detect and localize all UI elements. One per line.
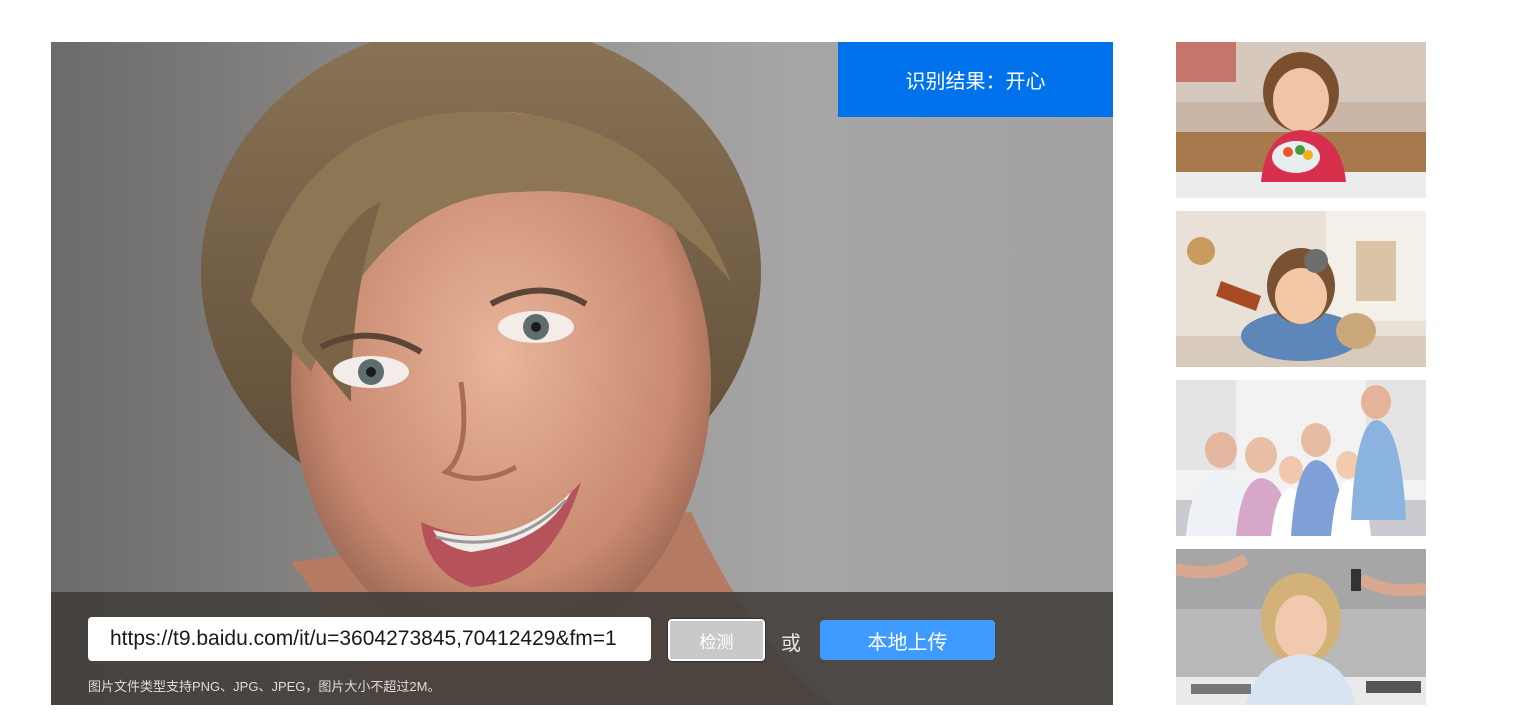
preview-image: 识别结果：开心 检测 或 本地上传 图片文件类型支持PNG、JPG、JPEG，图… [51,42,1113,705]
sample-thumb-girl-eating[interactable] [1176,42,1426,198]
sample-thumb-family[interactable] [1176,380,1426,536]
girl-eating-fruit-image [1176,42,1426,198]
sample-thumb-stressed-woman[interactable] [1176,549,1426,705]
detect-button[interactable]: 检测 [668,619,765,661]
result-badge: 识别结果：开心 [838,42,1113,117]
boy-aviator-image [1176,211,1426,367]
upload-control-bar: 检测 或 本地上传 图片文件类型支持PNG、JPG、JPEG，图片大小不超过2M… [51,592,1113,705]
image-url-input[interactable] [88,617,651,661]
result-label: 识别结果：开心 [905,71,1046,93]
or-separator: 或 [781,633,801,655]
stressed-woman-image [1176,549,1426,705]
sample-thumb-boy-aviator[interactable] [1176,211,1426,367]
family-photo-image [1176,380,1426,536]
upload-hint: 图片文件类型支持PNG、JPG、JPEG，图片大小不超过2M。 [88,679,441,694]
local-upload-button[interactable]: 本地上传 [820,620,995,660]
